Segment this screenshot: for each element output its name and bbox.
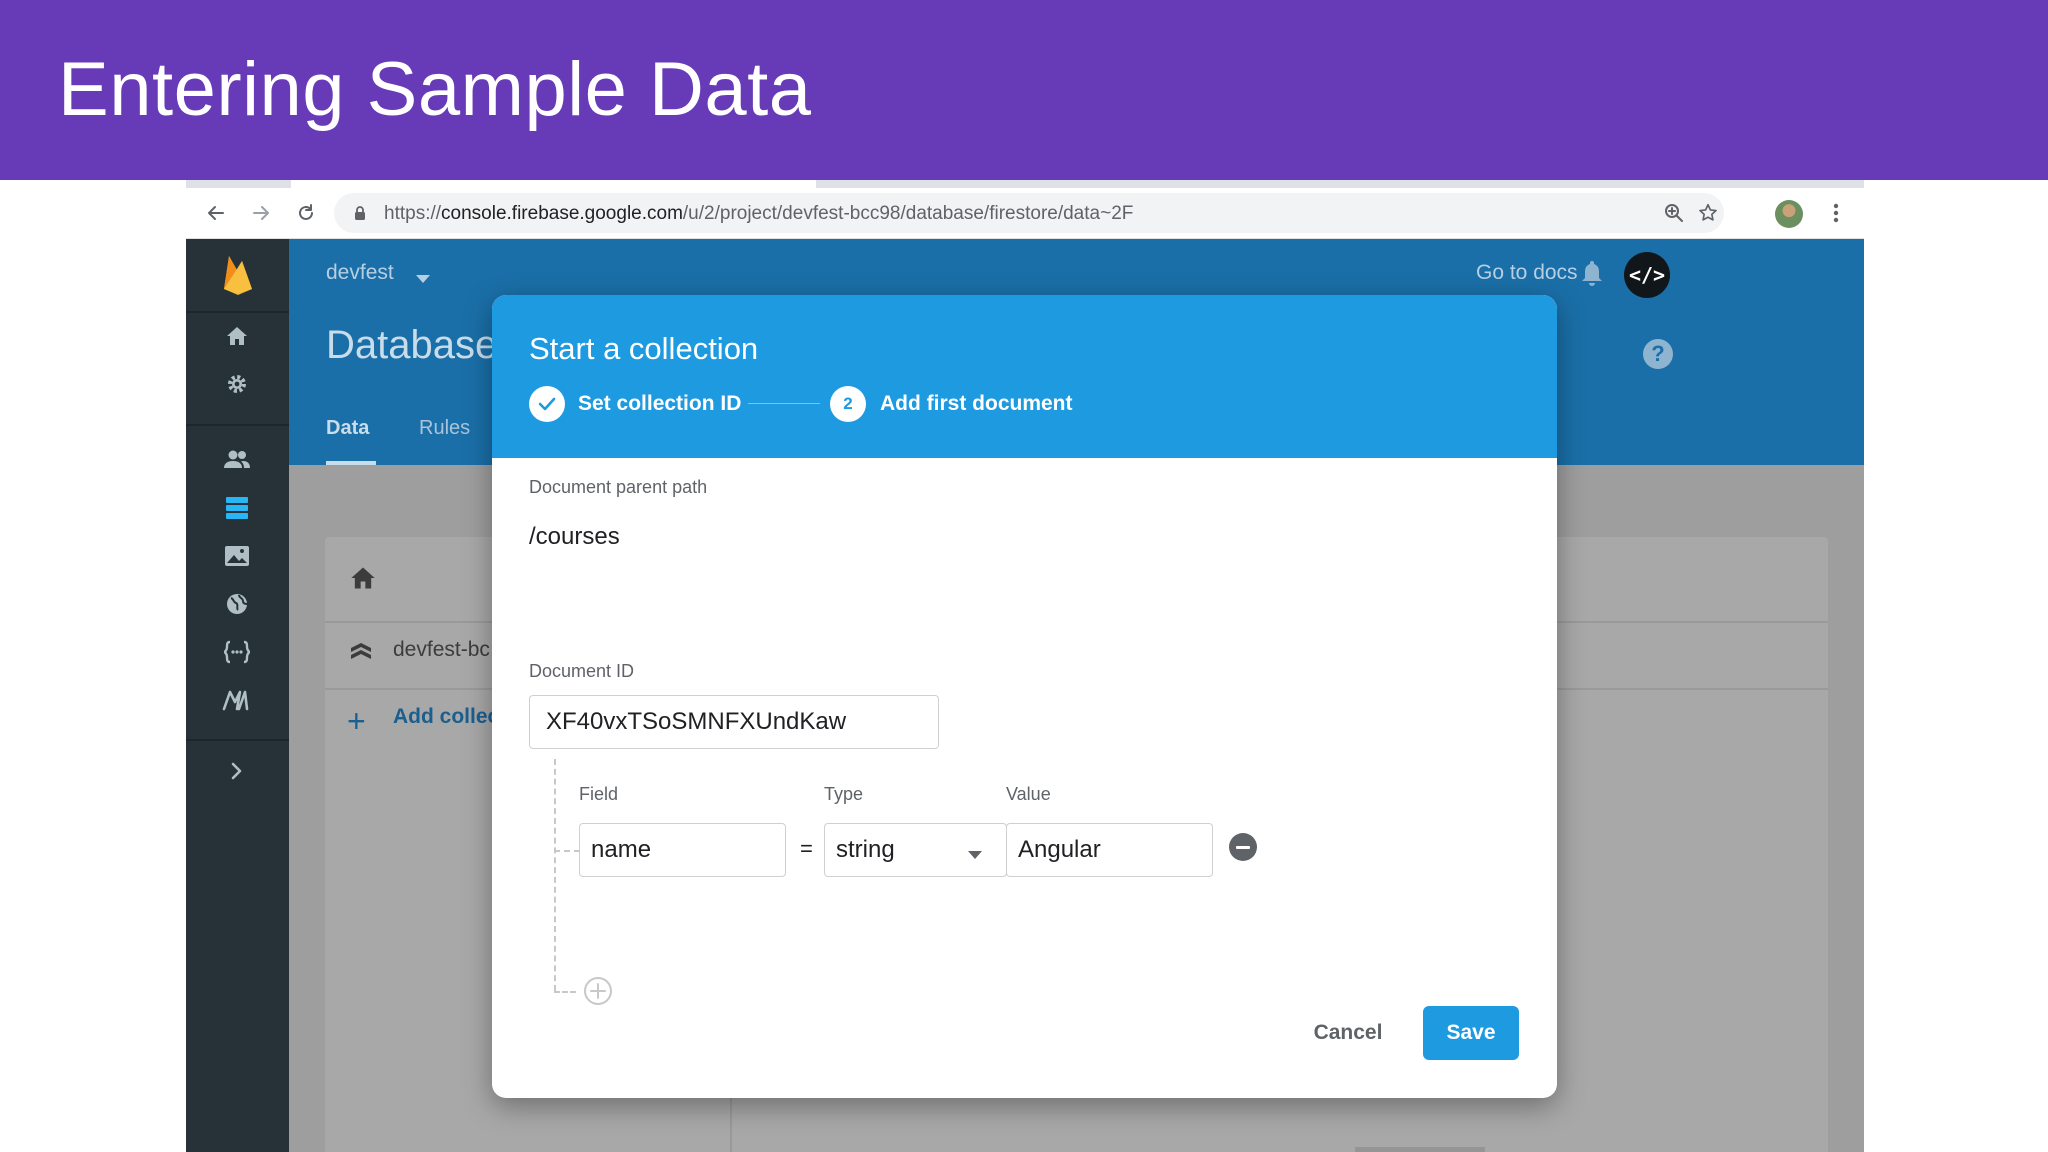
firebase-logo-icon[interactable]: [222, 253, 254, 295]
cancel-button[interactable]: Cancel: [1298, 1006, 1398, 1060]
remove-field-icon[interactable]: [1229, 833, 1257, 861]
equals-sign: =: [800, 836, 813, 861]
reload-icon[interactable]: [292, 199, 320, 227]
step-number-badge: 2: [830, 386, 866, 422]
notification-bell-icon[interactable]: [1580, 259, 1604, 292]
database-icon[interactable]: [222, 493, 252, 523]
add-icon[interactable]: +: [347, 705, 366, 737]
profile-avatar[interactable]: [1775, 200, 1803, 228]
forward-icon[interactable]: [247, 199, 275, 227]
users-icon[interactable]: [222, 444, 252, 474]
decorative-shape: [1355, 1147, 1485, 1152]
browser-toolbar: https://console.firebase.google.com/u/2/…: [186, 188, 1864, 239]
step-connector: [748, 403, 820, 404]
tab-indicator: [326, 461, 376, 465]
field-value-input[interactable]: Angular: [1006, 823, 1213, 877]
slide-header: Entering Sample Data: [0, 0, 2048, 180]
check-icon: [529, 386, 565, 422]
dialog-header: Start a collection Set collection ID 2 A…: [492, 295, 1557, 458]
parent-path-value: /courses: [529, 523, 620, 550]
functions-icon[interactable]: [222, 637, 252, 667]
type-select-value: string: [836, 836, 895, 863]
go-to-docs-link[interactable]: Go to docs: [1476, 261, 1578, 285]
url-text: https://console.firebase.google.com/u/2/…: [384, 203, 1133, 225]
chevron-down-icon[interactable]: [968, 846, 982, 864]
back-icon[interactable]: [202, 199, 230, 227]
code-button[interactable]: </>: [1624, 252, 1670, 298]
expand-icon[interactable]: [222, 756, 252, 786]
help-icon[interactable]: ?: [1643, 339, 1673, 369]
start-collection-dialog: Start a collection Set collection ID 2 A…: [492, 295, 1557, 1098]
document-id-input[interactable]: XF40vxTSoSMNFXUndKaw: [529, 695, 939, 749]
settings-icon[interactable]: [222, 369, 252, 399]
add-field-icon[interactable]: [583, 976, 613, 1006]
zoom-icon[interactable]: [1662, 201, 1686, 225]
home-icon[interactable]: [222, 321, 252, 351]
project-selector[interactable]: devfest: [326, 261, 394, 285]
value-header: Value: [1006, 784, 1051, 804]
document-id-label: Document ID: [529, 661, 635, 681]
url-scheme: https://: [384, 203, 442, 224]
side-divider: [186, 424, 289, 426]
address-bar[interactable]: https://console.firebase.google.com/u/2/…: [334, 193, 1724, 233]
side-divider: [186, 739, 289, 741]
field-name-input[interactable]: name: [579, 823, 786, 877]
step-set-collection-id: Set collection ID: [578, 392, 742, 415]
page-title: Database: [326, 323, 498, 367]
side-nav: [186, 239, 289, 1152]
field-header: Field: [579, 784, 619, 804]
dialog-title: Start a collection: [529, 331, 759, 366]
type-header: Type: [824, 784, 864, 804]
tab-data[interactable]: Data: [326, 417, 369, 440]
firestore-icon: [349, 640, 373, 669]
home-icon[interactable]: [349, 565, 377, 596]
bookmark-star-icon[interactable]: [1696, 201, 1720, 225]
slide-title: Entering Sample Data: [58, 47, 812, 132]
ml-kit-icon[interactable]: [222, 685, 252, 715]
parent-path-label: Document parent path: [529, 477, 708, 497]
tree-connector: [554, 850, 580, 852]
tab-strip: [186, 180, 1864, 188]
add-collection-link[interactable]: Add collec: [393, 705, 499, 729]
url-host: console.firebase.google.com: [441, 203, 683, 224]
chevron-down-icon[interactable]: [416, 270, 430, 288]
hosting-icon[interactable]: [222, 589, 252, 619]
tree-connector: [554, 759, 556, 991]
tab-rules[interactable]: Rules: [419, 417, 470, 440]
url-path: /u/2/project/devfest-bcc98/database/fire…: [682, 203, 1134, 224]
lock-icon: [354, 205, 366, 226]
save-button[interactable]: Save: [1423, 1006, 1519, 1060]
step-add-first-document: Add first document: [880, 392, 1073, 415]
active-tab[interactable]: [291, 180, 816, 188]
storage-icon[interactable]: [222, 541, 252, 571]
tree-connector: [554, 991, 576, 993]
project-id[interactable]: devfest-bc: [393, 638, 490, 662]
more-vert-icon[interactable]: [1824, 199, 1848, 227]
side-divider: [186, 311, 289, 313]
